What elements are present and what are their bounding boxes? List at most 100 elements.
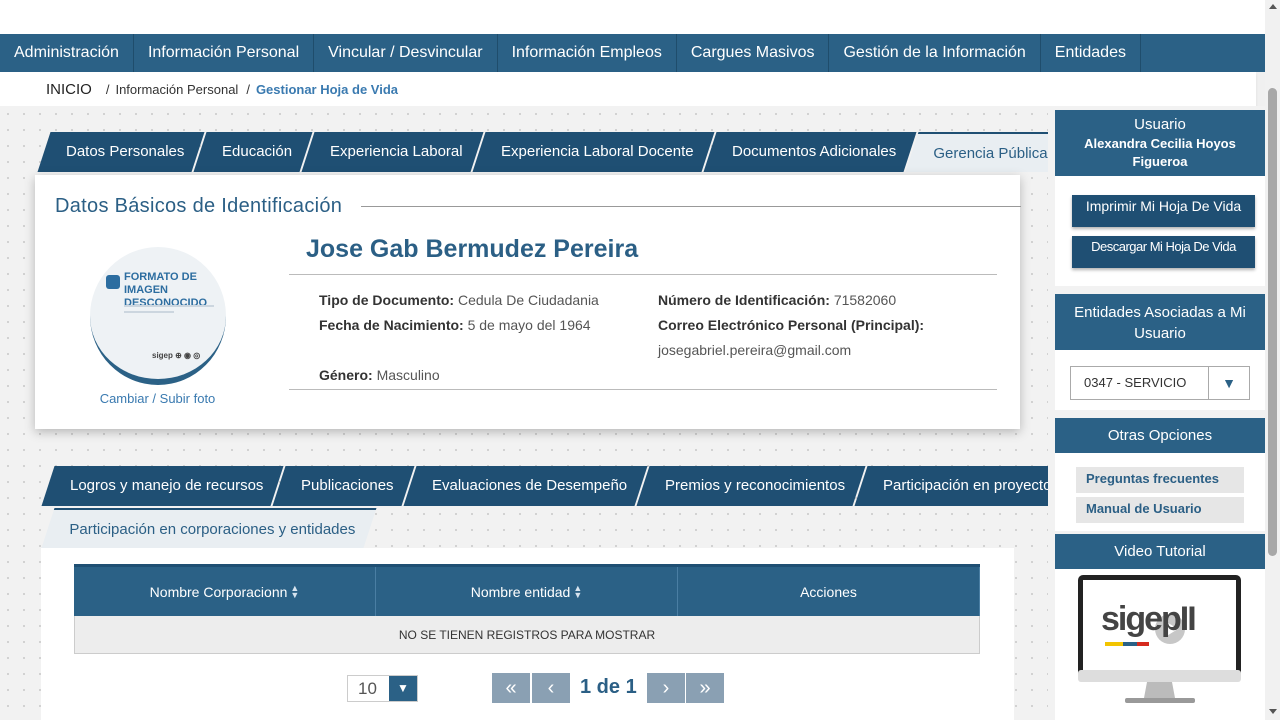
tab-logros[interactable]: Logros y manejo de recursos (41, 466, 284, 506)
field-value: 71582060 (833, 292, 897, 308)
tab-label: Experiencia Laboral Docente (501, 143, 694, 160)
chevron-down-icon[interactable]: ▼ (389, 676, 417, 701)
sort-icon[interactable]: ▲ ▼ (573, 583, 582, 599)
tab-label: Premios y reconocimientos (665, 477, 846, 494)
nav-informacion-personal[interactable]: Información Personal (134, 34, 315, 72)
user-title: Usuario (1134, 116, 1186, 133)
user-name: Alexandra Cecilia Hoyos Figueroa (1084, 136, 1236, 169)
tab-label: Educación (222, 143, 293, 160)
tab-label: Experiencia Laboral (330, 143, 464, 160)
page-info: 1 de 1 (580, 676, 637, 698)
sort-icon[interactable]: ▲ ▼ (290, 583, 299, 599)
field-value: Masculino (376, 367, 440, 383)
image-icon (106, 275, 120, 289)
breadcrumb: INICIO / Información Personal / Gestiona… (0, 72, 1256, 106)
placeholder-line (124, 305, 214, 307)
achievement-tabs-row2: Participación en corporaciones y entidad… (41, 508, 377, 548)
doc-type-field: Tipo de Documento: Cedula De Ciudadania (319, 292, 599, 308)
tab-datos-personales[interactable]: Datos Personales (37, 132, 205, 172)
tab-evaluaciones[interactable]: Evaluaciones de Desempeño (403, 466, 648, 506)
last-page-button[interactable]: » (686, 673, 724, 703)
placeholder-logos: sigep ⊕ ◉ ◎ (152, 351, 201, 360)
title-divider (361, 206, 1021, 207)
col-nombre-corporacion[interactable]: Nombre Corporacionn ▲ ▼ (74, 567, 376, 616)
col-nombre-entidad[interactable]: Nombre entidad ▲ ▼ (376, 567, 678, 616)
tab-label: Participación en proyectos (883, 477, 1060, 494)
page-size-value: 10 (358, 679, 377, 698)
column-label: Nombre entidad (470, 583, 571, 600)
nav-administracion[interactable]: Administración (0, 34, 134, 72)
tab-gerencia-publica[interactable]: Gerencia Pública (905, 132, 1069, 172)
change-photo-link[interactable]: Cambiar / Subir foto (95, 391, 220, 406)
user-box: Usuario Alexandra Cecilia Hoyos Figueroa (1055, 110, 1265, 176)
breadcrumb-separator: / (246, 81, 250, 97)
nav-gestion-informacion[interactable]: Gestión de la Información (829, 34, 1041, 72)
personal-tabs: Datos Personales Educación Experiencia L… (37, 132, 1069, 172)
tab-label: Documentos Adicionales (731, 143, 896, 160)
column-label: Acciones (800, 583, 857, 600)
monitor-icon (1078, 575, 1241, 703)
manual-link[interactable]: Manual de Usuario (1076, 497, 1244, 523)
top-header (0, 0, 1265, 34)
id-number-field: Número de Identificación: 71582060 (658, 292, 896, 308)
tab-premios[interactable]: Premios y reconocimientos (636, 466, 866, 506)
field-label: Género: (319, 367, 373, 383)
field-value: 5 de mayo del 1964 (467, 317, 591, 333)
tab-educacion[interactable]: Educación (193, 132, 313, 172)
tab-label: Datos Personales (66, 143, 185, 160)
tab-label: Participación en corporaciones y entidad… (69, 521, 356, 538)
gender-field: Género: Masculino (319, 367, 440, 383)
tab-label: Gerencia Pública (933, 145, 1048, 162)
column-label: Nombre Corporacionn (149, 583, 288, 600)
nav-cargues-masivos[interactable]: Cargues Masivos (677, 34, 830, 72)
tab-experiencia-laboral[interactable]: Experiencia Laboral (301, 132, 484, 172)
email-field: Correo Electrónico Personal (Principal): (658, 317, 924, 333)
video-title: Video Tutorial (1055, 534, 1265, 569)
faq-link[interactable]: Preguntas frecuentes (1076, 467, 1244, 493)
tab-corporaciones[interactable]: Participación en corporaciones y entidad… (41, 508, 377, 548)
entity-select[interactable]: 0347 - SERVICIO NACIONAL ▼ (1070, 366, 1250, 400)
divider (289, 389, 997, 390)
tab-proyectos[interactable]: Participación en proyectos (854, 466, 1080, 506)
table-header: Nombre Corporacionn ▲ ▼ Nombre entidad ▲ ▼ A… (74, 564, 980, 616)
first-page-button[interactable]: « (492, 673, 530, 703)
nav-vincular-desvincular[interactable]: Vincular / Desvincular (314, 34, 498, 72)
breadcrumb-separator: / (105, 81, 110, 97)
breadcrumb-level1[interactable]: Información Personal (115, 82, 238, 97)
entity-value: 0347 - SERVICIO NACIONAL (1084, 375, 1187, 390)
entities-title: Entidades Asociadas a Mi Usuario (1055, 294, 1265, 350)
scroll-thumb[interactable] (1268, 88, 1277, 556)
page-size-select[interactable]: 10 ▼ (347, 675, 418, 702)
next-page-button[interactable]: › (647, 673, 685, 703)
section-title: Datos Básicos de Identificación (55, 195, 343, 217)
field-label: Correo Electrónico Personal (Principal): (658, 317, 925, 333)
main-navbar: Administración Información Personal Vinc… (0, 34, 1265, 72)
scroll-up-icon[interactable] (1269, 4, 1277, 9)
tab-publicaciones[interactable]: Publicaciones (272, 466, 415, 506)
scroll-down-icon[interactable] (1269, 709, 1277, 714)
tab-label: Publicaciones (301, 477, 394, 494)
print-cv-button[interactable]: Imprimir Mi Hoja De Vida (1072, 195, 1255, 227)
achievement-tabs: Logros y manejo de recursos Publicacione… (41, 466, 1080, 506)
prev-page-button[interactable]: ‹ (532, 673, 570, 703)
video-logo: sigepII (1101, 600, 1197, 638)
breadcrumb-home[interactable]: INICIO (46, 81, 92, 98)
tab-experiencia-docente[interactable]: Experiencia Laboral Docente (472, 132, 715, 172)
profile-photo: FORMATO DE IMAGEN DESCONOCIDO sigep ⊕ ◉ … (90, 247, 226, 385)
chevron-down-icon[interactable]: ▼ (1208, 367, 1249, 399)
corporations-table: Nombre Corporacionn ▲ ▼ Nombre entidad ▲ ▼ A… (74, 564, 980, 654)
download-cv-button[interactable]: Descargar Mi Hoja De Vida (1072, 236, 1255, 268)
field-value: Cedula De Ciudadania (457, 292, 599, 308)
page-scrollbar[interactable] (1265, 0, 1280, 720)
person-name: Jose Gab Bermudez Pereira (306, 235, 639, 263)
nav-informacion-empleos[interactable]: Información Empleos (498, 34, 677, 72)
birth-date-field: Fecha de Nacimiento: 5 de mayo del 1964 (319, 317, 591, 333)
breadcrumb-current: Gestionar Hoja de Vida (255, 81, 399, 97)
user-actions (1055, 176, 1265, 286)
video-thumbnail[interactable]: sigepII (1077, 574, 1242, 706)
tab-label: Logros y manejo de recursos (70, 477, 264, 494)
col-acciones: Acciones (678, 567, 980, 616)
nav-entidades[interactable]: Entidades (1041, 34, 1141, 72)
other-options-title: Otras Opciones (1055, 418, 1265, 453)
tab-documentos-adicionales[interactable]: Documentos Adicionales (703, 132, 917, 172)
